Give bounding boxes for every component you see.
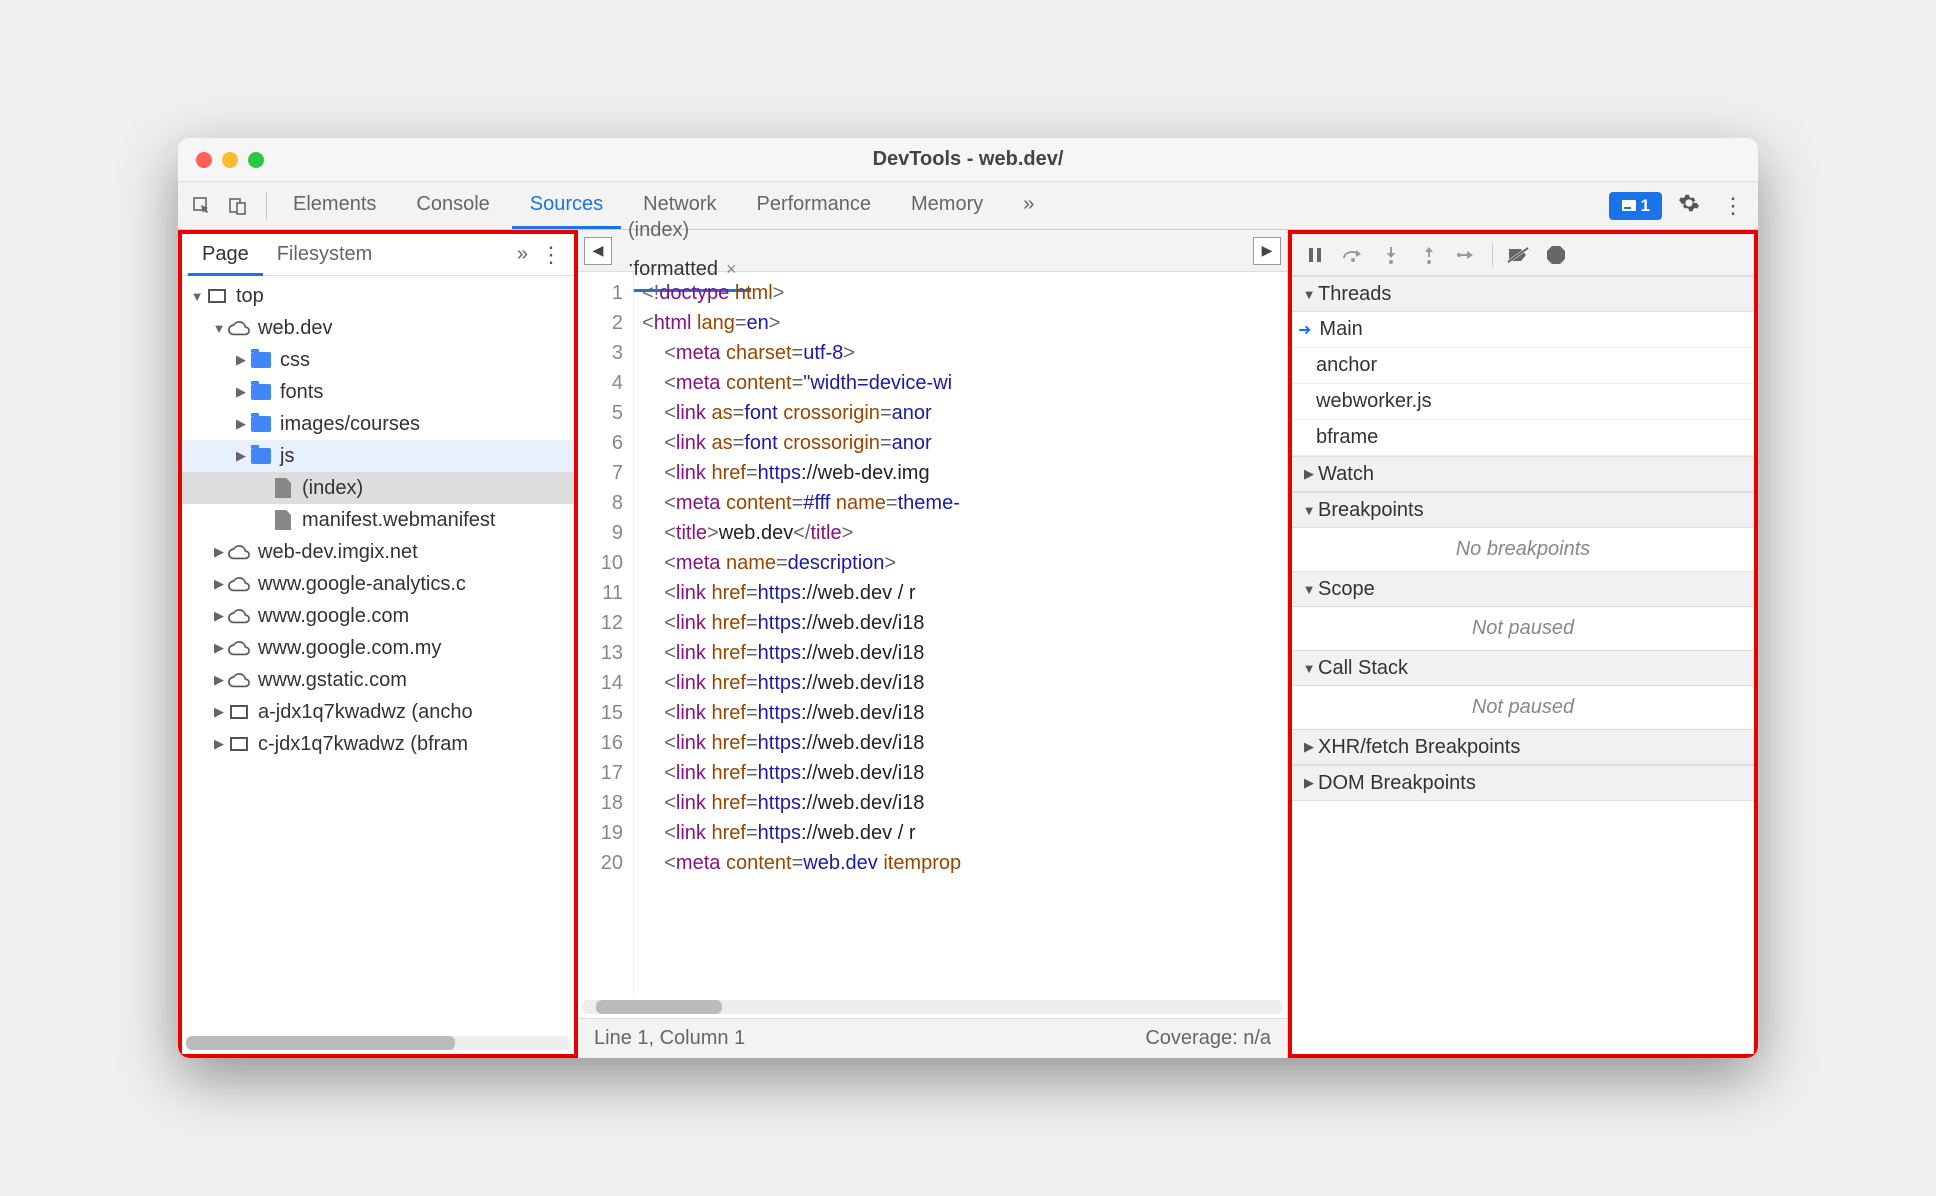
tree-item[interactable]: ▼top <box>182 280 574 312</box>
empty-message: Not paused <box>1292 686 1754 729</box>
editor-next-icon[interactable]: ▶ <box>1253 237 1281 265</box>
thread-item[interactable]: Main <box>1292 312 1754 348</box>
section-breakpoints[interactable]: ▼Breakpoints <box>1292 492 1754 528</box>
editor-scrollbar[interactable] <box>582 1000 1283 1014</box>
tree-item[interactable]: ▶web-dev.imgix.net <box>182 536 574 568</box>
tree-item[interactable]: ▶www.google.com <box>182 600 574 632</box>
tab-console[interactable]: Console <box>398 183 507 229</box>
navigator-tab-filesystem[interactable]: Filesystem <box>263 235 387 273</box>
thread-item[interactable]: bframe <box>1292 420 1754 456</box>
separator <box>1492 243 1493 267</box>
deactivate-breakpoints-icon[interactable] <box>1505 242 1531 268</box>
navigator-overflow-icon[interactable]: » <box>511 243 534 266</box>
code-area[interactable]: 1234567891011121314151617181920 <!doctyp… <box>578 272 1287 996</box>
tab-performance[interactable]: Performance <box>739 183 890 229</box>
pause-icon[interactable] <box>1302 242 1328 268</box>
editor-prev-icon[interactable]: ◀ <box>584 237 612 265</box>
section-xhr-fetch-breakpoints[interactable]: ▶XHR/fetch Breakpoints <box>1292 729 1754 765</box>
window-title: DevTools - web.dev/ <box>178 148 1758 171</box>
line-gutter: 1234567891011121314151617181920 <box>578 272 634 996</box>
tree-item[interactable]: ▶fonts <box>182 376 574 408</box>
navigator-more-icon[interactable]: ⋮ <box>534 242 568 268</box>
section-dom-breakpoints[interactable]: ▶DOM Breakpoints <box>1292 765 1754 801</box>
tree-item[interactable]: ▶js <box>182 440 574 472</box>
tab-elements[interactable]: Elements <box>275 183 394 229</box>
maximize-button[interactable] <box>248 152 264 168</box>
tree-item[interactable]: (index) <box>182 472 574 504</box>
code-content[interactable]: <!doctype html> <html lang=en> <meta cha… <box>634 272 1287 996</box>
editor-tab[interactable]: (index) <box>614 211 751 250</box>
thread-item[interactable]: anchor <box>1292 348 1754 384</box>
inspect-element-icon[interactable] <box>186 190 218 222</box>
empty-message: No breakpoints <box>1292 528 1754 571</box>
debugger-sections: ▼ThreadsMainanchorwebworker.jsbframe▶Wat… <box>1292 276 1754 1054</box>
scrollbar-horizontal[interactable] <box>186 1036 570 1050</box>
tree-item[interactable]: ▼web.dev <box>182 312 574 344</box>
tree-item[interactable]: ▶www.google.com.my <box>182 632 574 664</box>
settings-icon[interactable] <box>1672 192 1706 220</box>
editor-tabs: ◀ (index):formatted× ▶ <box>578 230 1287 272</box>
tree-item[interactable]: ▶c-jdx1q7kwadwz (bfram <box>182 728 574 760</box>
step-icon[interactable] <box>1454 242 1480 268</box>
section-call-stack[interactable]: ▼Call Stack <box>1292 650 1754 686</box>
tree-item[interactable]: ▶css <box>182 344 574 376</box>
main-toolbar: ElementsConsoleSourcesNetworkPerformance… <box>178 182 1758 230</box>
navigator-tabs: PageFilesystem » ⋮ <box>182 234 574 276</box>
tree-item[interactable]: manifest.webmanifest <box>182 504 574 536</box>
empty-message: Not paused <box>1292 607 1754 650</box>
tab-memory[interactable]: Memory <box>893 183 1001 229</box>
more-icon[interactable]: ⋮ <box>1716 193 1750 219</box>
editor-status-bar: Line 1, Column 1 Coverage: n/a <box>578 1018 1287 1058</box>
separator <box>266 192 267 220</box>
devtools-window: DevTools - web.dev/ ElementsConsoleSourc… <box>178 138 1758 1058</box>
close-button[interactable] <box>196 152 212 168</box>
panel-tabs: ElementsConsoleSourcesNetworkPerformance… <box>275 183 1609 229</box>
device-toggle-icon[interactable] <box>222 190 254 222</box>
file-tree: ▼top▼web.dev▶css▶fonts▶images/courses▶js… <box>182 276 574 1032</box>
issues-badge[interactable]: 1 <box>1609 192 1662 220</box>
tree-item[interactable]: ▶www.gstatic.com <box>182 664 574 696</box>
traffic-lights <box>178 152 264 168</box>
title-bar: DevTools - web.dev/ <box>178 138 1758 182</box>
step-out-icon[interactable] <box>1416 242 1442 268</box>
section-threads[interactable]: ▼Threads <box>1292 276 1754 312</box>
pause-on-exceptions-icon[interactable] <box>1543 242 1569 268</box>
tree-item[interactable]: ▶www.google-analytics.c <box>182 568 574 600</box>
minimize-button[interactable] <box>222 152 238 168</box>
debugger-pane: ▼ThreadsMainanchorwebworker.jsbframe▶Wat… <box>1288 230 1758 1058</box>
step-over-icon[interactable] <box>1340 242 1366 268</box>
section-scope[interactable]: ▼Scope <box>1292 571 1754 607</box>
issues-count: 1 <box>1641 196 1650 216</box>
cursor-position: Line 1, Column 1 <box>594 1027 745 1050</box>
navigator-tab-page[interactable]: Page <box>188 235 263 276</box>
step-into-icon[interactable] <box>1378 242 1404 268</box>
thread-item[interactable]: webworker.js <box>1292 384 1754 420</box>
tree-item[interactable]: ▶images/courses <box>182 408 574 440</box>
debugger-toolbar <box>1292 234 1754 276</box>
editor-pane: ◀ (index):formatted× ▶ 12345678910111213… <box>578 230 1288 1058</box>
navigator-pane: PageFilesystem » ⋮ ▼top▼web.dev▶css▶font… <box>178 230 578 1058</box>
section-watch[interactable]: ▶Watch <box>1292 456 1754 492</box>
tab-sources[interactable]: Sources <box>512 183 621 229</box>
tree-item[interactable]: ▶a-jdx1q7kwadwz (ancho <box>182 696 574 728</box>
tabs-overflow-icon[interactable]: » <box>1005 183 1052 229</box>
coverage-status: Coverage: n/a <box>1145 1027 1271 1050</box>
